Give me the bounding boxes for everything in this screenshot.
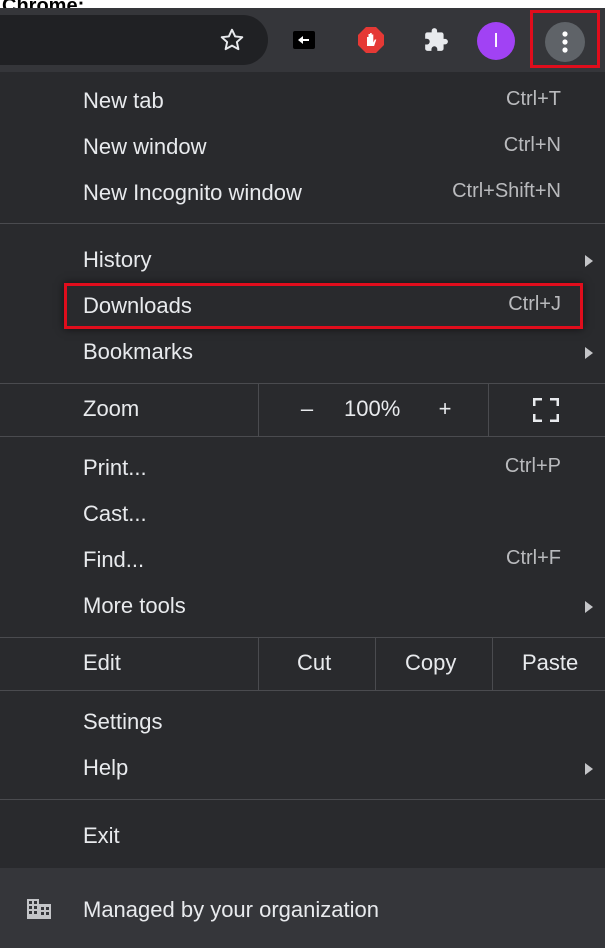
menu-item-find[interactable]: Find... Ctrl+F <box>0 537 605 583</box>
menu-item-shortcut: Ctrl+Shift+N <box>452 180 561 202</box>
menu-item-shortcut: Ctrl+N <box>503 134 561 156</box>
menu-item-history[interactable]: History <box>0 237 605 283</box>
menu-item-shortcut: Ctrl+T <box>506 88 561 110</box>
downloads-highlight <box>64 283 583 329</box>
browser-toolbar: I <box>0 8 605 72</box>
copy-button[interactable]: Copy <box>405 650 456 676</box>
submenu-arrow-icon <box>585 763 593 775</box>
menu-item-label: Find... <box>83 547 145 572</box>
building-icon <box>26 898 52 926</box>
menu-item-shortcut: Ctrl+P <box>504 455 561 477</box>
submenu-arrow-icon <box>585 601 593 613</box>
submenu-arrow-icon <box>585 255 593 267</box>
chrome-main-menu: New tab Ctrl+T New window Ctrl+N New Inc… <box>0 72 605 948</box>
menu-item-label: New tab <box>83 88 164 113</box>
page-caption: Chrome: <box>0 0 605 8</box>
menu-item-label: New window <box>83 134 207 159</box>
edit-divider <box>375 638 376 690</box>
menu-item-label: Exit <box>83 823 120 848</box>
menu-item-label: Settings <box>83 709 163 734</box>
adblock-hand-icon[interactable] <box>355 24 387 56</box>
avatar-letter: I <box>493 29 499 52</box>
zoom-out-button[interactable]: – <box>292 396 322 422</box>
edit-divider <box>258 638 259 690</box>
menu-item-help[interactable]: Help <box>0 745 605 791</box>
menu-separator <box>0 436 605 437</box>
menu-item-new-incognito-window[interactable]: New Incognito window Ctrl+Shift+N <box>0 170 605 216</box>
puzzle-extensions-icon[interactable] <box>420 24 452 56</box>
menu-item-new-tab[interactable]: New tab Ctrl+T <box>0 78 605 124</box>
edit-row: Edit Cut Copy Paste <box>0 638 605 690</box>
menu-item-bookmarks[interactable]: Bookmarks <box>0 329 605 375</box>
menu-item-label: Cast... <box>83 501 147 526</box>
zoom-level: 100% <box>344 396 401 421</box>
menu-item-exit[interactable]: Exit <box>0 813 605 859</box>
menu-item-label: Print... <box>83 455 147 480</box>
menu-item-label: Help <box>83 755 129 780</box>
cut-button[interactable]: Cut <box>297 650 331 676</box>
managed-label: Managed by your organization <box>83 897 379 922</box>
menu-item-label: Bookmarks <box>83 339 194 364</box>
menu-separator <box>0 690 605 691</box>
submenu-arrow-icon <box>585 347 593 359</box>
menu-item-settings[interactable]: Settings <box>0 699 605 745</box>
zoom-label: Zoom <box>83 396 140 421</box>
fullscreen-icon[interactable] <box>532 397 560 428</box>
edit-label: Edit <box>83 650 121 675</box>
paste-button[interactable]: Paste <box>522 650 578 676</box>
menu-item-more-tools[interactable]: More tools <box>0 583 605 629</box>
menu-item-cast[interactable]: Cast... <box>0 491 605 537</box>
extension-box-icon[interactable] <box>288 24 320 56</box>
zoom-divider <box>258 384 259 436</box>
menu-item-label: New Incognito window <box>83 180 302 205</box>
menu-item-print[interactable]: Print... Ctrl+P <box>0 445 605 491</box>
menu-item-new-window[interactable]: New window Ctrl+N <box>0 124 605 170</box>
menu-item-label: More tools <box>83 593 186 618</box>
star-icon[interactable] <box>214 15 250 65</box>
managed-by-organization[interactable]: Managed by your organization <box>0 868 605 948</box>
zoom-row: Zoom – 100% + <box>0 384 605 436</box>
menu-separator <box>0 223 605 224</box>
edit-divider <box>492 638 493 690</box>
menu-button-highlight <box>530 10 600 68</box>
profile-avatar[interactable]: I <box>477 22 515 60</box>
menu-item-shortcut: Ctrl+F <box>506 547 561 569</box>
zoom-divider <box>488 384 489 436</box>
zoom-in-button[interactable]: + <box>430 396 460 422</box>
menu-separator <box>0 799 605 800</box>
menu-item-label: History <box>83 247 152 272</box>
